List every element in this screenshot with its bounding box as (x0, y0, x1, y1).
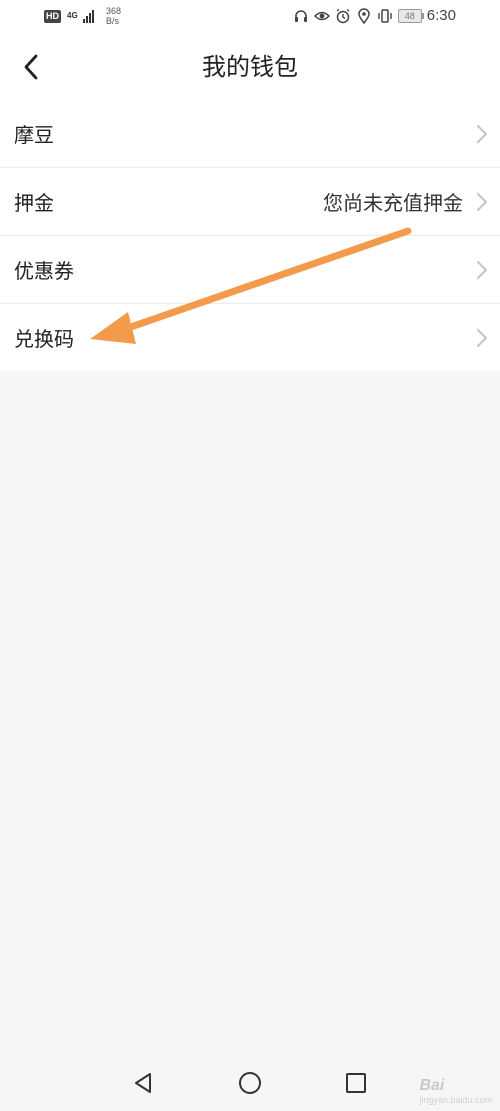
wallet-item-modou[interactable]: 摩豆 (0, 100, 500, 168)
status-bar: HD 4G 368 B/s 48 6:30 (0, 0, 500, 34)
recents-square-icon (346, 1073, 366, 1093)
chevron-right-icon (477, 261, 487, 279)
wallet-item-coupons[interactable]: 优惠券 (0, 236, 500, 304)
network-type: 4G (67, 11, 78, 20)
nav-recents-button[interactable] (341, 1068, 371, 1098)
system-nav-bar: Bai jingyan.baidu.com (0, 1055, 500, 1111)
chevron-right-icon (477, 329, 487, 347)
app-header: 我的钱包 (0, 34, 500, 101)
net-speed-value: 368 (106, 6, 122, 16)
wallet-item-label: 摩豆 (14, 123, 54, 147)
location-icon (358, 7, 370, 24)
eye-icon (313, 11, 330, 20)
watermark-subtext: jingyan.baidu.com (419, 1095, 492, 1105)
watermark: Bai jingyan.baidu.com (419, 1077, 492, 1105)
wallet-item-redeem-code[interactable]: 兑换码 (0, 304, 500, 371)
wallet-list: 摩豆 押金 您尚未充值押金 优惠券 兑换码 (0, 100, 500, 371)
battery-icon: 48 (397, 8, 424, 23)
back-triangle-icon (135, 1073, 151, 1093)
deposit-status: 您尚未充值押金 (323, 191, 463, 215)
status-left: HD 4G 368 B/s (44, 6, 121, 26)
clock-time: 6:30 (426, 7, 456, 24)
status-right: 48 6:30 (293, 7, 456, 24)
net-speed-unit: B/s (106, 16, 120, 26)
wallet-item-label: 优惠券 (14, 259, 74, 283)
home-circle-icon (239, 1072, 261, 1094)
chevron-right-icon (477, 125, 487, 143)
watermark-text: Bai (419, 1077, 445, 1094)
vibrate-icon (378, 8, 392, 23)
alarm-icon (336, 8, 350, 23)
wallet-item-deposit[interactable]: 押金 您尚未充值押金 (0, 168, 500, 236)
signal-icon (83, 9, 94, 23)
headphones-icon (294, 9, 307, 22)
chevron-right-icon (477, 193, 487, 211)
page-title: 我的钱包 (202, 53, 298, 81)
nav-back-button[interactable] (128, 1068, 158, 1098)
hd-badge: HD (44, 9, 61, 23)
nav-home-button[interactable] (235, 1068, 265, 1098)
wallet-item-label: 兑换码 (14, 327, 74, 351)
wallet-item-label: 押金 (14, 191, 54, 215)
net-speed: 368 B/s (106, 6, 121, 26)
